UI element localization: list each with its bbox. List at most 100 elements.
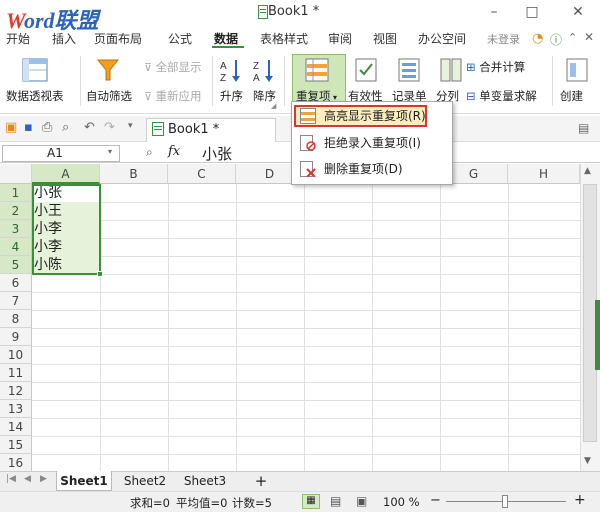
reapply-icon: ⊽ (144, 90, 156, 103)
fill-handle[interactable] (97, 271, 103, 277)
prev-sheet-icon[interactable]: ◀ (24, 474, 31, 484)
normal-view-icon[interactable]: ▦ (302, 494, 320, 509)
duplicates-icon[interactable] (305, 58, 329, 85)
column-header-b[interactable]: B (100, 164, 168, 184)
save-icon[interactable]: ▪ (24, 120, 33, 135)
create-group-icon[interactable] (566, 58, 588, 85)
zoom-formula-icon[interactable]: ⌕ (146, 145, 153, 160)
show-all-button[interactable]: ⊽ 全部显示 (144, 59, 202, 75)
sheet-tab-sheet1[interactable]: Sheet1 (56, 471, 112, 491)
column-header-a[interactable]: A (32, 164, 100, 184)
print-preview-icon[interactable]: ⌕ (62, 120, 69, 135)
first-sheet-icon[interactable]: |◀ (6, 474, 16, 484)
row-header-2[interactable]: 2 (0, 202, 32, 220)
add-sheet-button[interactable]: + (252, 471, 270, 491)
tab-view[interactable]: 视图 (373, 30, 397, 47)
cell-a5[interactable]: 小陈 (33, 256, 100, 274)
menu-item-delete-duplicates[interactable]: 删除重复项(D) (292, 158, 452, 180)
cell-a4[interactable]: 小李 (33, 238, 100, 256)
row-header-11[interactable]: 11 (0, 364, 32, 382)
tab-home[interactable]: 开始 (6, 30, 30, 47)
tab-table-style[interactable]: 表格样式 (260, 30, 308, 47)
tab-insert[interactable]: 插入 (52, 30, 76, 47)
tab-formulas[interactable]: 公式 (168, 30, 192, 47)
collapse-ribbon-icon[interactable]: ⌃ (568, 31, 577, 44)
reapply-button[interactable]: ⊽ 重新应用 (144, 88, 202, 104)
help-icon[interactable]: ⓘ (550, 31, 562, 48)
zoom-level[interactable]: 100 % (383, 495, 420, 509)
login-status[interactable]: 未登录 (487, 31, 520, 47)
ribbon-close-icon[interactable]: ✕ (584, 30, 594, 44)
sort-ascending-icon[interactable]: AZ (220, 58, 242, 87)
autofilter-button[interactable]: 自动筛选 (86, 88, 132, 104)
row-header-3[interactable]: 3 (0, 220, 32, 238)
zoom-slider-thumb[interactable] (502, 495, 508, 508)
create-group-button[interactable]: 创建 (560, 88, 583, 104)
pivot-table-button[interactable]: 数据透视表 (6, 88, 64, 104)
undo-icon[interactable]: ↶ (84, 120, 95, 135)
fx-icon[interactable]: fx (168, 144, 180, 159)
consolidate-button[interactable]: ⊞ 合并计算 (466, 59, 525, 75)
sheet-tab-sheet3[interactable]: Sheet3 (178, 471, 232, 491)
row-header-8[interactable]: 8 (0, 310, 32, 328)
row-header-16[interactable]: 16 (0, 454, 32, 471)
scroll-up-icon[interactable]: ▲ (584, 166, 591, 176)
consolidate-icon: ⊞ (466, 60, 480, 74)
redo-icon[interactable]: ↷ (104, 120, 115, 135)
row-header-5[interactable]: 5 (0, 256, 32, 274)
tab-workspace[interactable]: 办公空间 (418, 30, 466, 47)
zoom-out-button[interactable]: − (430, 493, 441, 508)
page-layout-view-icon[interactable]: ▣ (356, 494, 367, 508)
maximize-button[interactable]: □ (521, 2, 543, 22)
next-sheet-icon[interactable]: ▶ (40, 474, 47, 484)
spreadsheet-grid[interactable]: A B C D E F G H 1 2 3 4 5 6 7 8 9 10 11 … (0, 164, 580, 471)
menu-item-reject-duplicates[interactable]: 拒绝录入重复项(I) (292, 132, 452, 154)
zoom-in-button[interactable]: + (574, 492, 586, 508)
gridline (32, 238, 580, 239)
name-box[interactable]: A1 (2, 145, 120, 162)
name-box-dropdown-icon[interactable]: ▾ (108, 147, 112, 156)
tab-review[interactable]: 审阅 (328, 30, 352, 47)
close-button[interactable]: ✕ (567, 2, 589, 22)
open-folder-icon[interactable]: ▣ (5, 120, 17, 135)
split-column-icon[interactable] (440, 58, 462, 85)
select-all-corner[interactable] (0, 164, 32, 184)
cell-a1[interactable]: 小张 (33, 184, 100, 202)
cell-a3[interactable]: 小李 (33, 220, 100, 238)
row-header-15[interactable]: 15 (0, 436, 32, 454)
sort-ascending-button[interactable]: 升序 (220, 88, 243, 104)
column-header-c[interactable]: C (168, 164, 236, 184)
filter-icon[interactable] (96, 58, 120, 87)
sort-descending-icon[interactable]: ZA (253, 58, 275, 87)
menu-item-highlight-duplicates[interactable]: 高亮显示重复项(R) (292, 105, 452, 127)
tab-page-layout[interactable]: 页面布局 (94, 30, 142, 47)
pivot-table-icon[interactable] (22, 58, 48, 85)
formula-input[interactable]: 小张 (202, 143, 232, 164)
row-header-10[interactable]: 10 (0, 346, 32, 364)
row-header-7[interactable]: 7 (0, 292, 32, 310)
column-header-h[interactable]: H (508, 164, 580, 184)
goal-seek-button[interactable]: ⊟ 单变量求解 (466, 88, 537, 104)
tab-list-icon[interactable]: ▤ (578, 121, 589, 135)
page-break-view-icon[interactable]: ▤ (330, 494, 341, 508)
row-header-14[interactable]: 14 (0, 418, 32, 436)
sort-dialog-launcher-icon[interactable]: ◢ (271, 102, 276, 110)
row-header-12[interactable]: 12 (0, 382, 32, 400)
side-panel-handle[interactable] (595, 300, 600, 370)
print-icon[interactable]: ⎙ (42, 120, 52, 135)
row-header-4[interactable]: 4 (0, 238, 32, 256)
sheet-tab-sheet2[interactable]: Sheet2 (118, 471, 172, 491)
minimize-button[interactable]: – (483, 2, 505, 22)
record-form-icon[interactable] (398, 58, 420, 85)
customize-toolbar-icon[interactable]: ▾ (128, 121, 133, 131)
row-header-1[interactable]: 1 (0, 184, 32, 202)
ribbon-divider (284, 56, 285, 106)
tab-data[interactable]: 数据 (214, 30, 238, 47)
validity-icon[interactable] (355, 58, 377, 85)
row-header-13[interactable]: 13 (0, 400, 32, 418)
row-header-6[interactable]: 6 (0, 274, 32, 292)
row-header-9[interactable]: 9 (0, 328, 32, 346)
skin-icon[interactable]: ◔ (532, 31, 543, 46)
scroll-down-icon[interactable]: ▼ (584, 456, 591, 466)
cell-a2[interactable]: 小王 (33, 202, 100, 220)
